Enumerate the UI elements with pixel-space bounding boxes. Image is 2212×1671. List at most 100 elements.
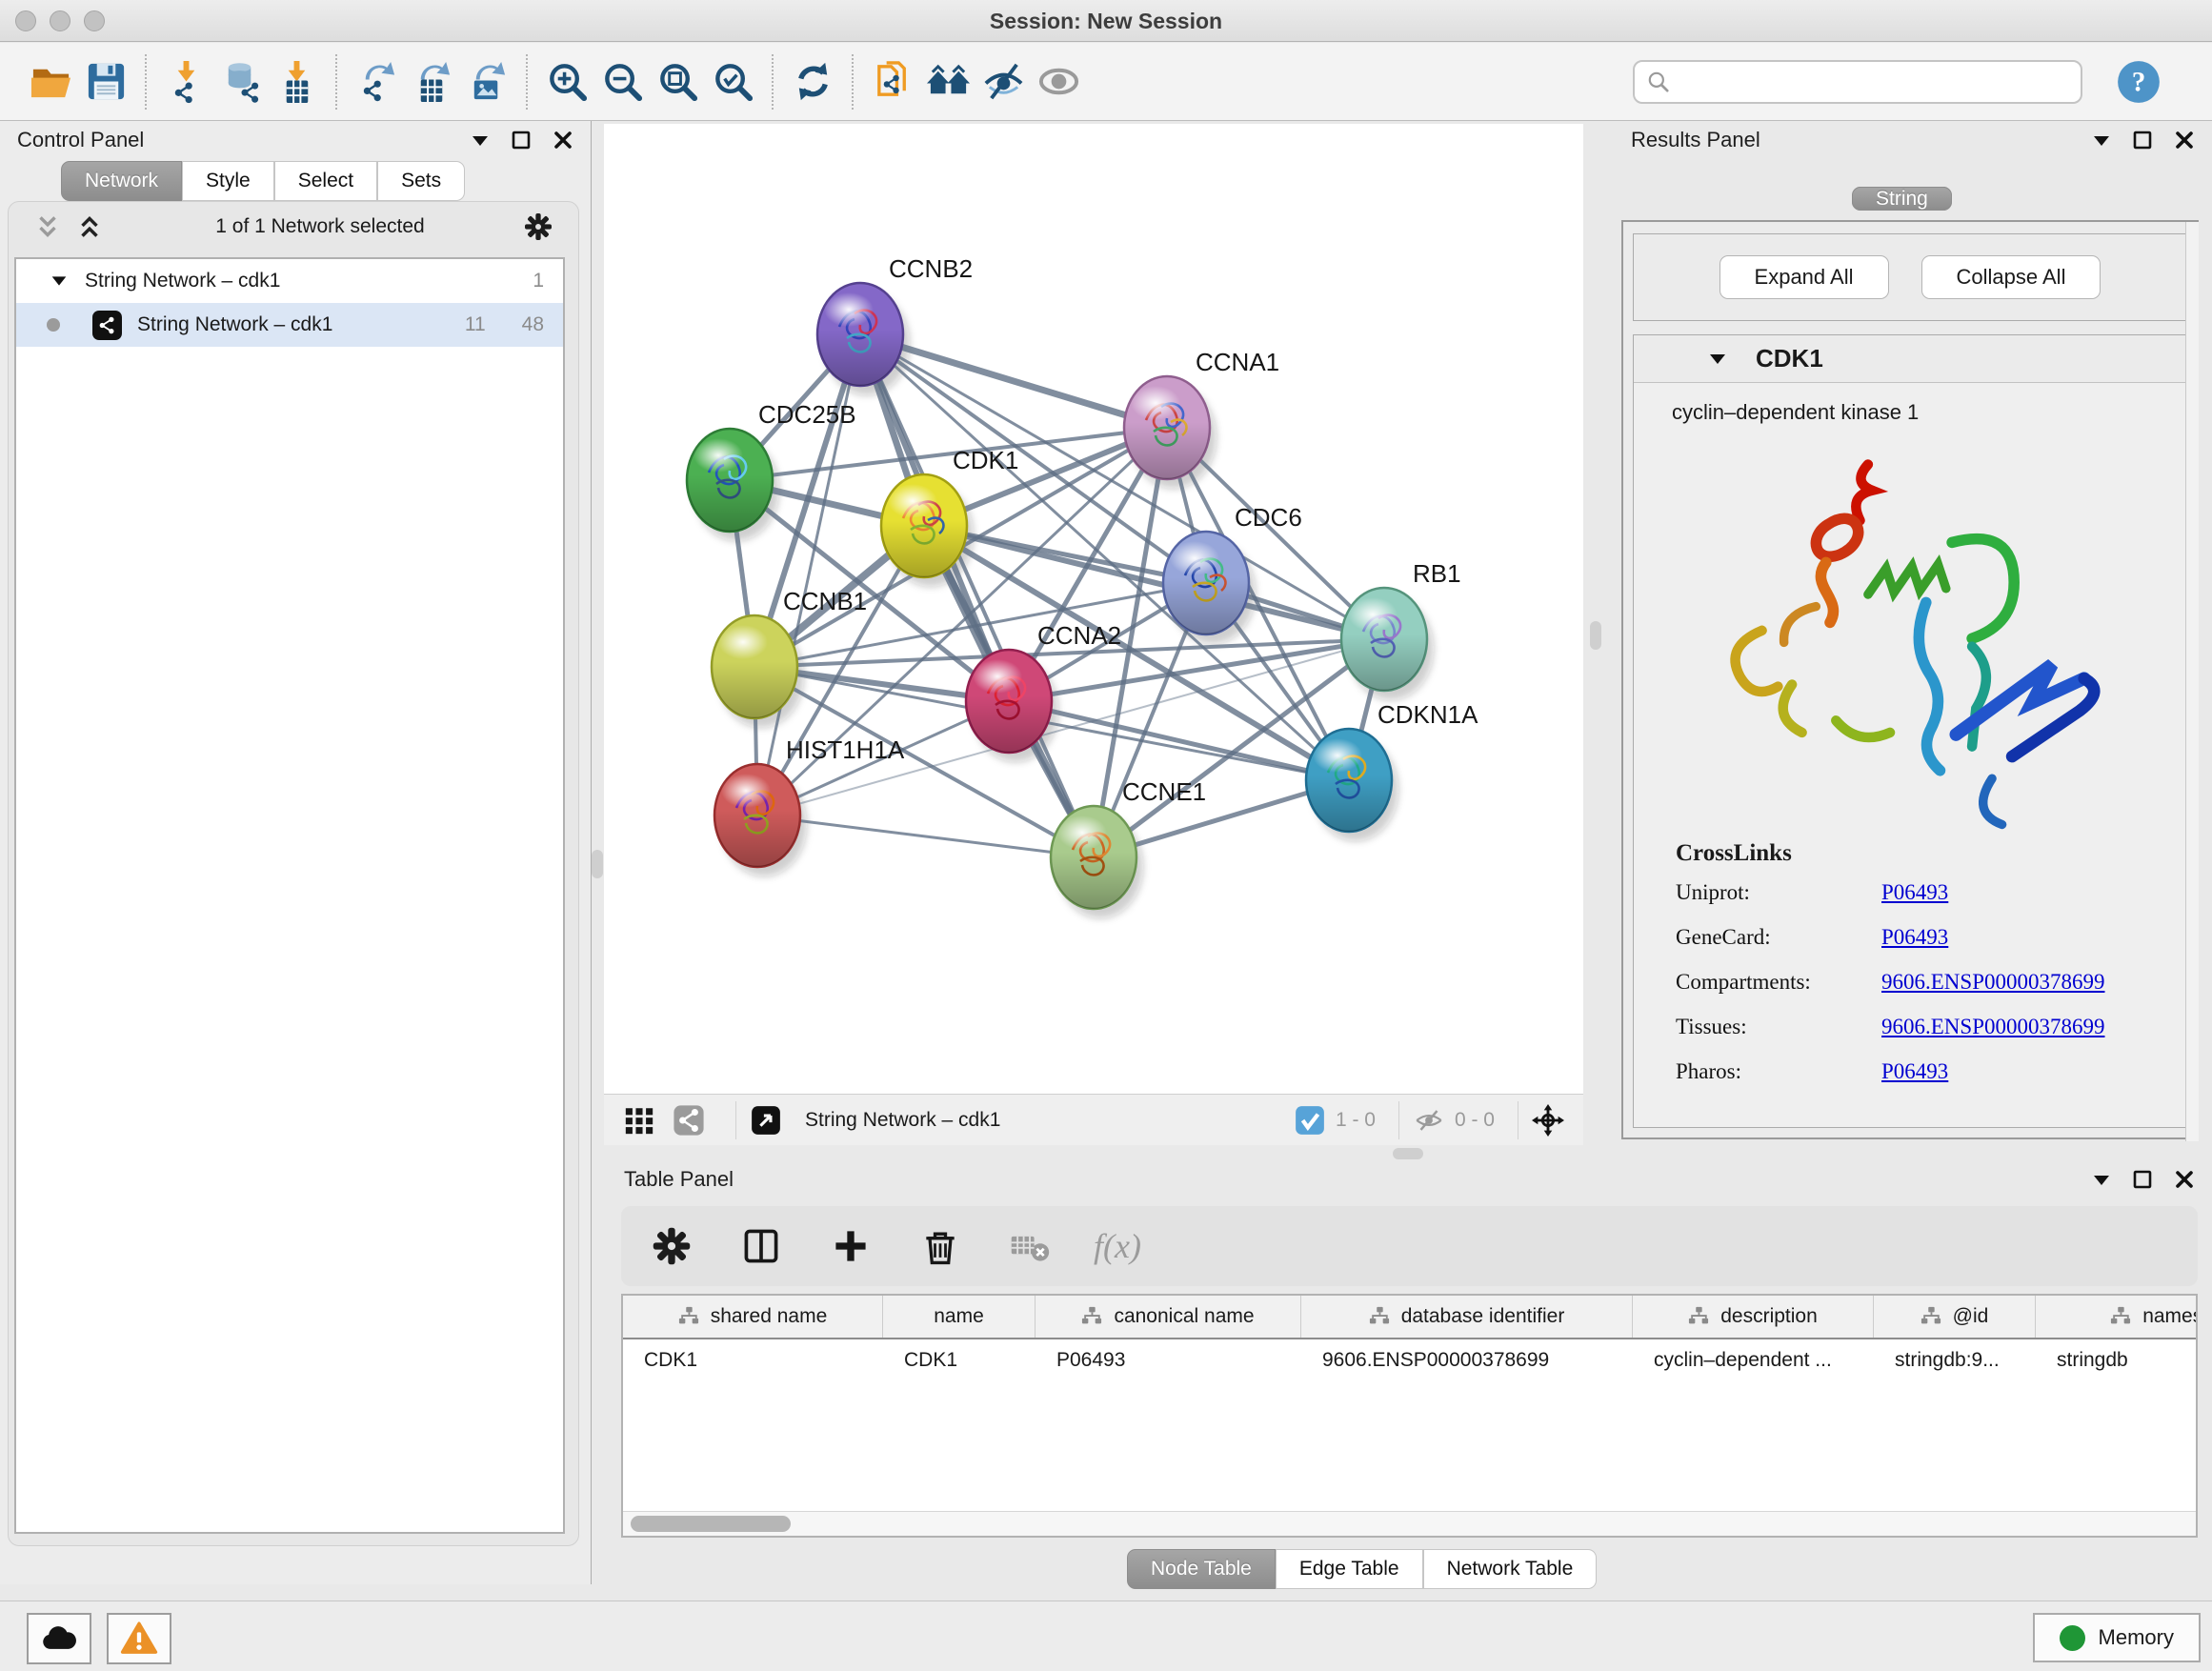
network-node-CCNB2[interactable]: CCNB2 [817,254,973,386]
results-scrollbar[interactable] [2185,222,2199,1141]
column-header-namespace[interactable]: namespace [2036,1296,2198,1338]
network-share-icon[interactable] [673,1104,705,1137]
collection-caret-icon[interactable] [35,271,85,292]
collapse-panel-icon[interactable] [2090,1169,2111,1190]
copy-network-icon[interactable] [865,54,920,110]
import-network-icon[interactable] [158,54,213,110]
add-column-icon[interactable] [825,1220,876,1272]
hide-selected-icon[interactable] [975,54,1031,110]
attribute-gear-icon[interactable] [646,1220,697,1272]
export-table-icon[interactable] [404,54,459,110]
hidden-count: 0 - 0 [1455,1109,1495,1132]
gene-card-header[interactable]: CDK1 [1634,335,2186,383]
tab-edge-table[interactable]: Edge Table [1276,1549,1423,1589]
crosslink-label: Compartments: [1676,970,1881,995]
tab-sets[interactable]: Sets [377,161,465,201]
warning-icon[interactable] [107,1613,171,1664]
table-cell[interactable]: cyclin–dependent ... [1633,1339,1874,1381]
table-cell[interactable]: stringdb:9... [1874,1339,2036,1381]
export-network-icon[interactable] [349,54,404,110]
column-header-database-identifier[interactable]: database identifier [1301,1296,1633,1338]
memory-button[interactable]: Memory [2033,1613,2201,1662]
table-cell[interactable]: stringdb [2036,1339,2198,1381]
expand-all-button[interactable]: Expand All [1719,255,1889,299]
collapse-panel-icon[interactable] [469,130,490,151]
show-graphics-icon[interactable] [1031,54,1086,110]
zoom-selected-icon[interactable] [705,54,760,110]
network-row[interactable]: String Network – cdk1 11 48 [16,303,563,347]
tab-style[interactable]: Style [182,161,274,201]
close-panel-icon[interactable] [553,130,573,151]
right-splitter-handle[interactable] [1590,621,1601,650]
column-header-name[interactable]: name [883,1296,1036,1338]
tab-node-table[interactable]: Node Table [1127,1549,1276,1589]
open-session-icon[interactable] [23,54,78,110]
float-panel-icon[interactable] [511,130,532,151]
scrollbar-thumb[interactable] [631,1516,791,1532]
search-box[interactable] [1633,60,2082,104]
help-icon[interactable]: ? [2111,54,2166,110]
zoom-in-icon[interactable] [539,54,594,110]
gene-symbol: CDK1 [1756,344,1823,373]
zoom-out-icon[interactable] [594,54,650,110]
gene-card-caret-icon[interactable] [1706,348,1729,371]
window-zoom-icon[interactable] [84,10,105,31]
split-columns-icon[interactable] [735,1220,787,1272]
column-header-shared-name[interactable]: shared name [623,1296,883,1338]
left-splitter-handle[interactable] [592,850,603,878]
table-horizontal-scrollbar[interactable] [623,1511,2196,1536]
network-view-canvas[interactable]: CCNB2CCNA1CDC25BCDK1CDC6RB1CCNB1CCNA2CDK… [604,124,1583,1094]
save-session-icon[interactable] [78,54,133,110]
refresh-view-icon[interactable] [785,54,840,110]
first-neighbors-icon[interactable] [920,54,975,110]
horizontal-splitter-handle[interactable] [1393,1148,1423,1159]
tab-network-table[interactable]: Network Table [1423,1549,1598,1589]
function-builder-icon[interactable]: f(x) [1094,1220,1141,1272]
column-header--id[interactable]: @id [1874,1296,2036,1338]
tab-select[interactable]: Select [274,161,377,201]
table-cell[interactable]: CDK1 [623,1339,883,1381]
table-cell[interactable]: P06493 [1036,1339,1301,1381]
open-in-window-icon[interactable] [750,1104,782,1137]
float-panel-icon[interactable] [2132,130,2153,151]
network-node-RB1[interactable]: RB1 [1341,559,1461,691]
expand-all-networks-icon[interactable] [75,212,104,241]
import-network-database-icon[interactable] [213,54,269,110]
float-panel-icon[interactable] [2132,1169,2153,1190]
crosslink-link[interactable]: P06493 [1881,925,1948,950]
crosslink-link[interactable]: P06493 [1881,1059,1948,1084]
collapse-all-button[interactable]: Collapse All [1921,255,2101,299]
collapse-all-networks-icon[interactable] [33,212,62,241]
window-close-icon[interactable] [15,10,36,31]
crosslink-link[interactable]: 9606.ENSP00000378699 [1881,1015,2105,1039]
close-panel-icon[interactable] [2174,130,2195,151]
export-image-icon[interactable] [459,54,514,110]
network-options-gear-icon[interactable] [523,211,553,242]
cloud-icon[interactable] [27,1613,91,1664]
network-node-CCNA1[interactable]: CCNA1 [1124,348,1279,479]
table-cell[interactable]: CDK1 [883,1339,1036,1381]
table-cell[interactable]: 9606.ENSP00000378699 [1301,1339,1633,1381]
table-row[interactable]: CDK1CDK1P064939606.ENSP00000378699cyclin… [623,1339,2196,1381]
network-node-CCNE1[interactable]: CCNE1 [1051,777,1206,909]
birdseye-grid-icon[interactable] [623,1104,655,1137]
crosslink-link[interactable]: P06493 [1881,880,1948,905]
window-minimize-icon[interactable] [50,10,70,31]
delete-column-icon[interactable] [915,1220,966,1272]
selected-checkbox-icon[interactable] [1294,1104,1326,1137]
tab-network[interactable]: Network [61,161,182,201]
column-header-canonical-name[interactable]: canonical name [1036,1296,1301,1338]
network-collection-row[interactable]: String Network – cdk1 1 [16,259,563,303]
crosslink-link[interactable]: 9606.ENSP00000378699 [1881,970,2105,995]
tab-string[interactable]: String [1852,187,1952,211]
delete-table-icon[interactable] [1004,1220,1056,1272]
zoom-fit-icon[interactable] [650,54,705,110]
search-input[interactable] [1679,70,2069,93]
node-label-CCNA2: CCNA2 [1037,621,1121,650]
import-table-icon[interactable] [269,54,324,110]
network-node-CCNB1[interactable]: CCNB1 [712,587,867,718]
close-panel-icon[interactable] [2174,1169,2195,1190]
collapse-panel-icon[interactable] [2090,130,2111,151]
fit-selected-crosshair-icon[interactable] [1532,1104,1564,1137]
column-header-description[interactable]: description [1633,1296,1874,1338]
